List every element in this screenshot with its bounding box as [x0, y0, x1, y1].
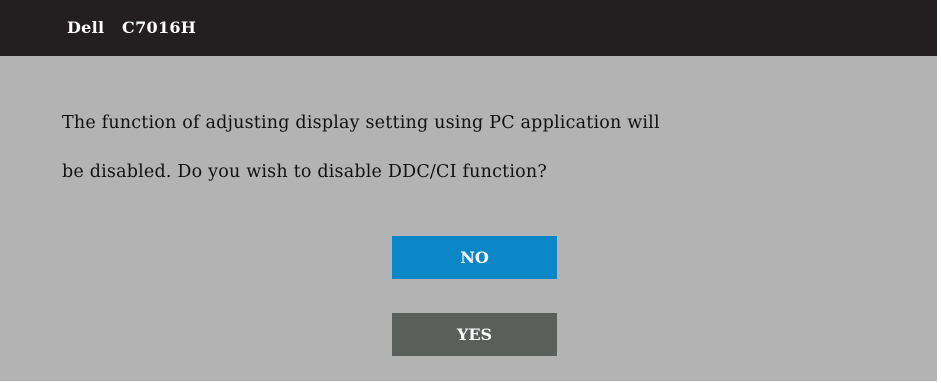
dialog-message-line-1: The function of adjusting display settin…	[62, 113, 660, 133]
brand-name: Dell	[67, 18, 105, 37]
no-button[interactable]: NO	[392, 236, 557, 279]
ddc-ci-confirm-dialog: Dell C7016H The function of adjusting di…	[0, 0, 937, 381]
monitor-title: Dell C7016H	[67, 17, 196, 39]
yes-button[interactable]: YES	[392, 313, 557, 356]
dialog-message-line-2: be disabled. Do you wish to disable DDC/…	[62, 162, 547, 182]
model-name: C7016H	[122, 18, 197, 37]
title-bar: Dell C7016H	[0, 0, 937, 56]
